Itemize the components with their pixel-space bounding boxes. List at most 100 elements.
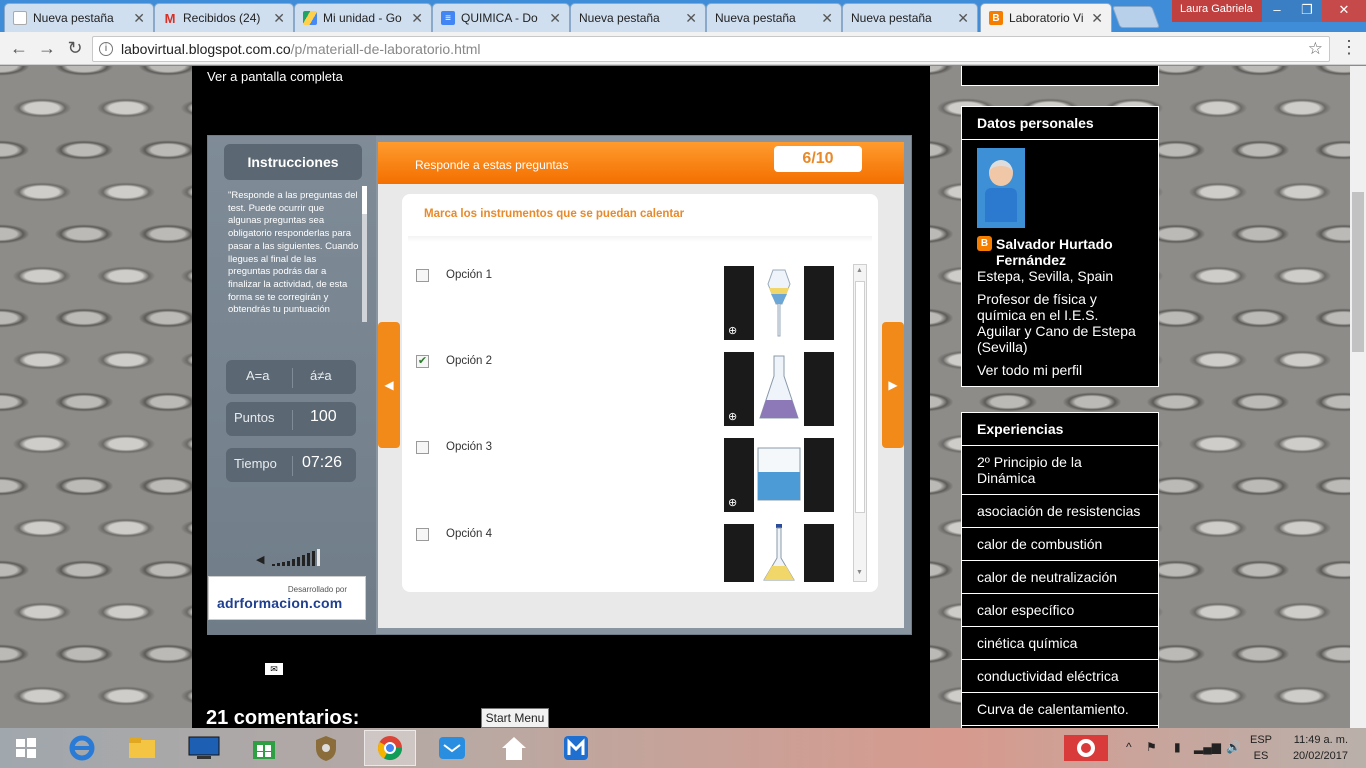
experience-link[interactable]: asociación de resistencias bbox=[962, 495, 1158, 528]
question-card: Marca los instrumentos que se puedan cal… bbox=[402, 194, 878, 592]
blogger-icon: B bbox=[989, 11, 1003, 25]
internet-explorer-icon[interactable] bbox=[56, 730, 108, 766]
zoom-icon[interactable]: ⊕ bbox=[728, 496, 737, 509]
experience-link[interactable]: calor de neutralización bbox=[962, 561, 1158, 594]
star-icon[interactable]: ☆ bbox=[1308, 39, 1323, 59]
forward-icon[interactable]: → bbox=[36, 38, 58, 58]
store-icon[interactable] bbox=[238, 730, 290, 766]
mail-icon[interactable] bbox=[426, 730, 478, 766]
network-icon[interactable]: ▂▄▆ bbox=[1194, 740, 1221, 754]
volume-icon[interactable]: 🔊 bbox=[1226, 740, 1241, 754]
profile-widget: Datos personales B Salvador Hurtado Ferná… bbox=[961, 106, 1159, 387]
file-explorer-icon[interactable] bbox=[116, 730, 168, 766]
erlenmeyer-flask-image[interactable]: ⊕ bbox=[724, 352, 834, 426]
option-4-checkbox[interactable] bbox=[416, 528, 429, 541]
experiences-list: 2º Principio de la Dinámica asociación d… bbox=[962, 446, 1158, 728]
page-scrollbar[interactable] bbox=[1350, 66, 1366, 728]
tab-nueva-pestana-2[interactable]: Nueva pestaña ✕ bbox=[570, 3, 706, 32]
next-question-button[interactable]: ▶ bbox=[882, 322, 904, 448]
maxthon-icon[interactable] bbox=[550, 730, 602, 766]
chrome-icon[interactable] bbox=[364, 730, 416, 766]
security-icon[interactable] bbox=[300, 730, 352, 766]
close-icon[interactable]: ✕ bbox=[821, 10, 833, 27]
page-background: Ver a pantalla completa Instrucciones "R… bbox=[0, 66, 1350, 728]
avatar[interactable] bbox=[977, 148, 1025, 228]
fullscreen-link[interactable]: Ver a pantalla completa bbox=[207, 69, 343, 84]
separatory-funnel-image[interactable]: ⊕ bbox=[724, 266, 834, 340]
scroll-up-icon[interactable]: ▲ bbox=[856, 267, 863, 274]
scroll-down-icon[interactable]: ▼ bbox=[856, 569, 863, 576]
start-menu-tooltip: Start Menu bbox=[481, 708, 549, 728]
experience-link[interactable]: cinética química bbox=[962, 627, 1158, 660]
new-tab-button[interactable] bbox=[1111, 6, 1161, 28]
back-icon[interactable]: ← bbox=[8, 38, 30, 58]
menu-icon[interactable]: ⋮ bbox=[1340, 38, 1358, 56]
language-indicator[interactable]: ESP ES bbox=[1250, 732, 1272, 764]
lenovo-icon[interactable] bbox=[178, 730, 230, 766]
developer-logo[interactable]: Desarrollado por adrformacion.com bbox=[208, 576, 366, 620]
volumetric-flask-image[interactable] bbox=[724, 524, 834, 582]
options-scrollbar[interactable]: ▲ ▼ bbox=[853, 264, 867, 582]
maximize-button[interactable]: ❐ bbox=[1292, 0, 1322, 22]
url-host: labovirtual.blogspot.com.co bbox=[121, 41, 291, 57]
close-icon[interactable]: ✕ bbox=[1091, 10, 1103, 27]
profile-button[interactable]: Laura Gabriela bbox=[1172, 0, 1262, 22]
profile-name[interactable]: Salvador Hurtado Fernández bbox=[996, 236, 1143, 268]
tab-gmail[interactable]: M Recibidos (24) ✕ bbox=[154, 3, 294, 32]
experience-link[interactable]: conductividad eléctrica bbox=[962, 660, 1158, 693]
close-icon[interactable]: ✕ bbox=[411, 10, 423, 27]
tab-docs[interactable]: ≡ QUIMICA - Do ✕ bbox=[432, 3, 570, 32]
option-1-checkbox[interactable] bbox=[416, 269, 429, 282]
profile-link[interactable]: Ver todo mi perfil bbox=[977, 362, 1143, 378]
option-2-checkbox[interactable]: ✔ bbox=[416, 355, 429, 368]
profile-location: Estepa, Sevilla, Spain bbox=[977, 268, 1114, 284]
option-3-checkbox[interactable] bbox=[416, 441, 429, 454]
volume-control[interactable]: ◀ bbox=[256, 548, 321, 566]
show-hidden-icons[interactable]: ^ bbox=[1126, 740, 1132, 754]
close-icon[interactable]: ✕ bbox=[133, 10, 145, 27]
points-box: Puntos 100 bbox=[226, 402, 356, 436]
tab-nueva-pestana-4[interactable]: Nueva pestaña ✕ bbox=[842, 3, 978, 32]
experience-link[interactable]: 2º Principio de la Dinámica bbox=[962, 446, 1158, 495]
tab-title: Nueva pestaña bbox=[715, 11, 796, 25]
close-icon[interactable]: ✕ bbox=[549, 10, 561, 27]
address-bar[interactable]: i labovirtual.blogspot.com.co/p/material… bbox=[92, 36, 1330, 62]
battery-icon[interactable]: ▮ bbox=[1174, 740, 1181, 754]
close-window-button[interactable]: ✕ bbox=[1322, 0, 1366, 22]
close-icon[interactable]: ✕ bbox=[273, 10, 285, 27]
experience-link[interactable]: calor de combustión bbox=[962, 528, 1158, 561]
home-icon[interactable] bbox=[488, 730, 540, 766]
case-equal-button[interactable]: A=a bbox=[246, 368, 270, 383]
tab-drive[interactable]: Mi unidad - Go ✕ bbox=[294, 3, 432, 32]
prev-question-button[interactable]: ◀ bbox=[378, 322, 400, 448]
url-path: /p/materiall-de-laboratorio.html bbox=[290, 41, 481, 57]
close-icon[interactable]: ✕ bbox=[957, 10, 969, 27]
flag-icon[interactable]: ⚑ bbox=[1146, 740, 1157, 754]
instructions-scrollbar[interactable] bbox=[362, 186, 367, 322]
clock[interactable]: 11:49 a. m. 20/02/2017 bbox=[1282, 732, 1348, 764]
comments-heading: 21 comentarios: bbox=[206, 707, 360, 728]
print-icon[interactable]: ✉ bbox=[265, 663, 283, 675]
zoom-icon[interactable]: ⊕ bbox=[728, 410, 737, 423]
experience-link[interactable]: Curva de calentamiento. bbox=[962, 693, 1158, 726]
tab-laboratorio[interactable]: B Laboratorio Vi ✕ bbox=[980, 3, 1112, 32]
close-icon[interactable]: ✕ bbox=[685, 10, 697, 27]
notification-app-icon[interactable] bbox=[1060, 730, 1112, 766]
start-button[interactable] bbox=[0, 730, 52, 766]
option-2-label: Opción 2 bbox=[446, 355, 493, 367]
reload-icon[interactable]: ↻ bbox=[64, 38, 86, 58]
experience-link[interactable]: calor específico bbox=[962, 594, 1158, 627]
instructions-text: "Responde a las preguntas del test. Pued… bbox=[228, 190, 359, 316]
tab-title: Laboratorio Vi bbox=[1009, 11, 1084, 25]
info-icon[interactable]: i bbox=[99, 42, 113, 56]
experiences-heading: Experiencias bbox=[962, 413, 1158, 446]
question-panel: Responde a estas preguntas 6/10 ◀ ▶ Marc… bbox=[378, 142, 904, 628]
minimize-button[interactable]: – bbox=[1262, 0, 1292, 22]
case-diff-button[interactable]: á≠a bbox=[310, 368, 332, 383]
beaker-image[interactable]: ⊕ bbox=[724, 438, 834, 512]
tab-nueva-pestana-1[interactable]: Nueva pestaña ✕ bbox=[4, 3, 154, 32]
tab-title: Mi unidad - Go bbox=[323, 11, 402, 25]
tab-nueva-pestana-3[interactable]: Nueva pestaña ✕ bbox=[706, 3, 842, 32]
zoom-icon[interactable]: ⊕ bbox=[728, 324, 737, 337]
profile-bio: Profesor de física y química en el I.E.S… bbox=[977, 291, 1136, 355]
